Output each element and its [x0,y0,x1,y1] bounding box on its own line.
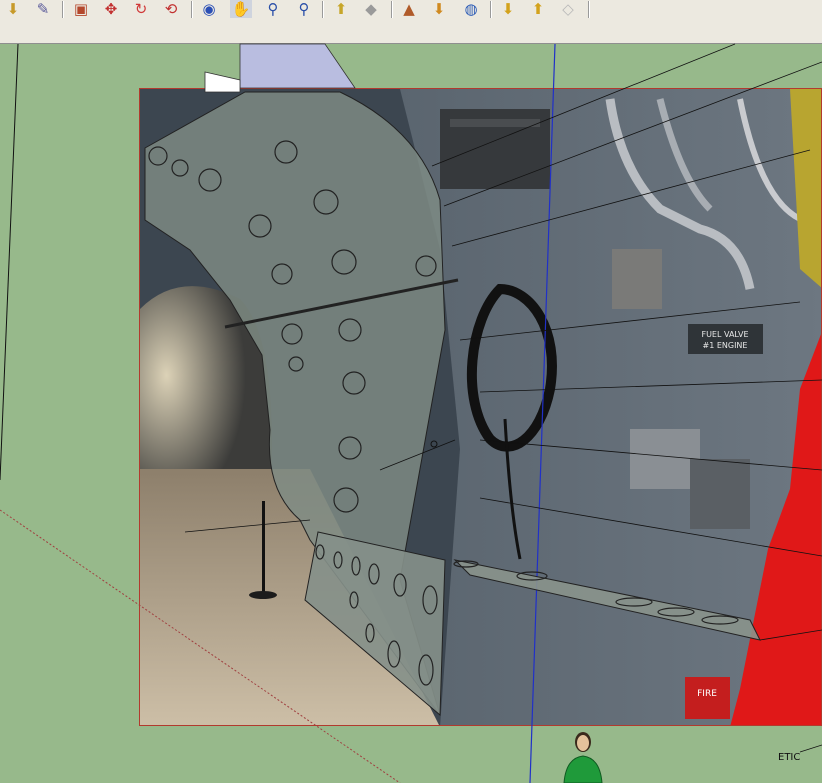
person-shirt [563,755,603,783]
white-face[interactable] [204,71,241,93]
lower-flange[interactable] [304,531,446,717]
floor-beam[interactable] [453,559,761,641]
person-face [577,735,589,751]
model-geometry [0,43,822,783]
anchor-point [430,440,438,448]
blue-axis [529,43,556,783]
scene-label: ETIC [778,752,801,763]
person-figure[interactable] [560,730,606,783]
model-edge [0,43,19,481]
upper-face[interactable] [239,43,356,89]
